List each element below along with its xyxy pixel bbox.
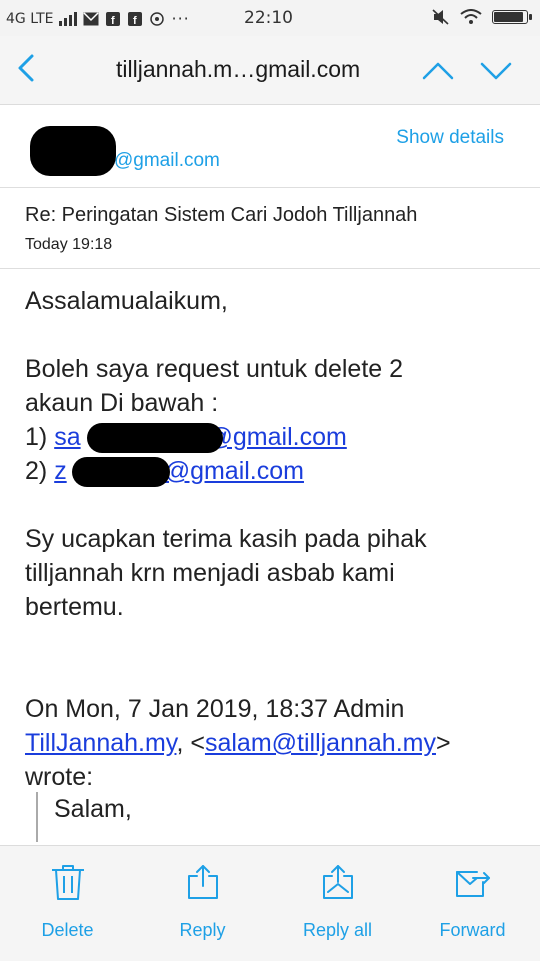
forward-label: Forward — [439, 920, 506, 940]
battery-level — [494, 12, 523, 22]
show-details-link[interactable]: Show details — [396, 127, 504, 149]
forward-button[interactable]: Forward — [405, 846, 540, 961]
subject-section: Re: Peringatan Sistem Cari Jodoh Tilljan… — [0, 188, 540, 269]
redaction-mark — [87, 423, 223, 453]
email-link-2-start: z — [54, 457, 67, 485]
svg-text:f: f — [111, 15, 115, 26]
body-line: tilljannah krn menjadi asbab kami — [25, 559, 395, 587]
list-number: 2) — [25, 457, 55, 485]
quote-separator: , < — [176, 729, 205, 757]
trash-icon — [51, 865, 84, 900]
network-type: 4G LTE — [6, 10, 54, 27]
reply-button[interactable]: Reply — [135, 846, 270, 961]
salam-email-link[interactable]: salam@tilljannah.my — [205, 729, 436, 757]
reply-all-label: Reply all — [302, 920, 373, 940]
reply-all-icon — [322, 865, 353, 899]
battery-icon — [492, 10, 532, 24]
quote-header-line: On Mon, 7 Jan 2019, 18:37 Admin — [25, 695, 405, 723]
mail-icon — [83, 11, 100, 25]
bottom-toolbar: Delete Reply Reply all Forward — [0, 845, 540, 961]
message-date: Today 19:18 — [25, 236, 113, 253]
previous-message-chevron-up-icon[interactable] — [420, 56, 456, 84]
quote-close: > — [435, 729, 451, 757]
sender-email: @gmail.com — [114, 150, 220, 171]
reply-icon — [187, 865, 218, 899]
signal-icon — [59, 11, 78, 26]
body-line: Sy ucapkan terima kasih pada pihak — [25, 525, 427, 553]
email-link-2-end: @gmail.com — [164, 457, 304, 485]
message-subject: Re: Peringatan Sistem Cari Jodoh Tilljan… — [25, 204, 418, 226]
body-line: bertemu. — [25, 593, 124, 621]
status-left: 4G LTE f f ··· — [6, 9, 190, 28]
more-notifications-icon: ··· — [171, 9, 190, 28]
account-item-1: 1) sa n@gmail.com — [25, 420, 525, 454]
reply-all-button[interactable]: Reply all — [270, 846, 405, 961]
tilljannah-link[interactable]: TillJannah.my — [25, 729, 176, 757]
sender-section: @gmail.com Show details — [0, 105, 540, 188]
status-right — [432, 9, 532, 25]
status-bar: 4G LTE f f ··· 22:10 — [0, 0, 540, 36]
whatsapp-icon — [150, 11, 165, 26]
quote-header-line: wrote: — [25, 763, 94, 791]
quoted-message: Salam, — [36, 792, 132, 842]
delete-button[interactable]: Delete — [0, 846, 135, 961]
reply-label: Reply — [179, 920, 226, 940]
back-arrow-icon[interactable] — [10, 50, 44, 86]
forward-icon — [455, 871, 490, 897]
mute-icon — [432, 9, 449, 25]
redaction-mark — [30, 126, 116, 176]
account-item-2: 2) z @gmail.com — [25, 454, 525, 488]
email-link-1-start: sa — [54, 423, 81, 451]
facebook-icon: f — [106, 11, 121, 26]
body-line: akaun Di bawah : — [25, 389, 219, 417]
facebook-icon-2: f — [128, 11, 143, 26]
quote-header-links: TillJannah.my, <salam@tilljannah.my> — [25, 726, 525, 760]
conversation-title: tilljannah.m…gmail.com — [116, 56, 361, 82]
svg-text:f: f — [133, 15, 137, 26]
wifi-icon — [460, 9, 482, 24]
clock: 22:10 — [244, 8, 293, 28]
message-header-bar: tilljannah.m…gmail.com — [0, 36, 540, 105]
list-number: 1) — [25, 423, 55, 451]
quoted-text: Salam, — [54, 795, 132, 823]
body-line: Boleh saya request untuk delete 2 — [25, 355, 404, 383]
greeting-line: Assalamualaikum, — [25, 287, 228, 315]
message-body: Assalamualaikum, Boleh saya request untu… — [25, 284, 525, 794]
next-message-chevron-down-icon[interactable] — [478, 56, 514, 84]
redaction-mark — [72, 457, 170, 487]
delete-label: Delete — [41, 920, 94, 940]
